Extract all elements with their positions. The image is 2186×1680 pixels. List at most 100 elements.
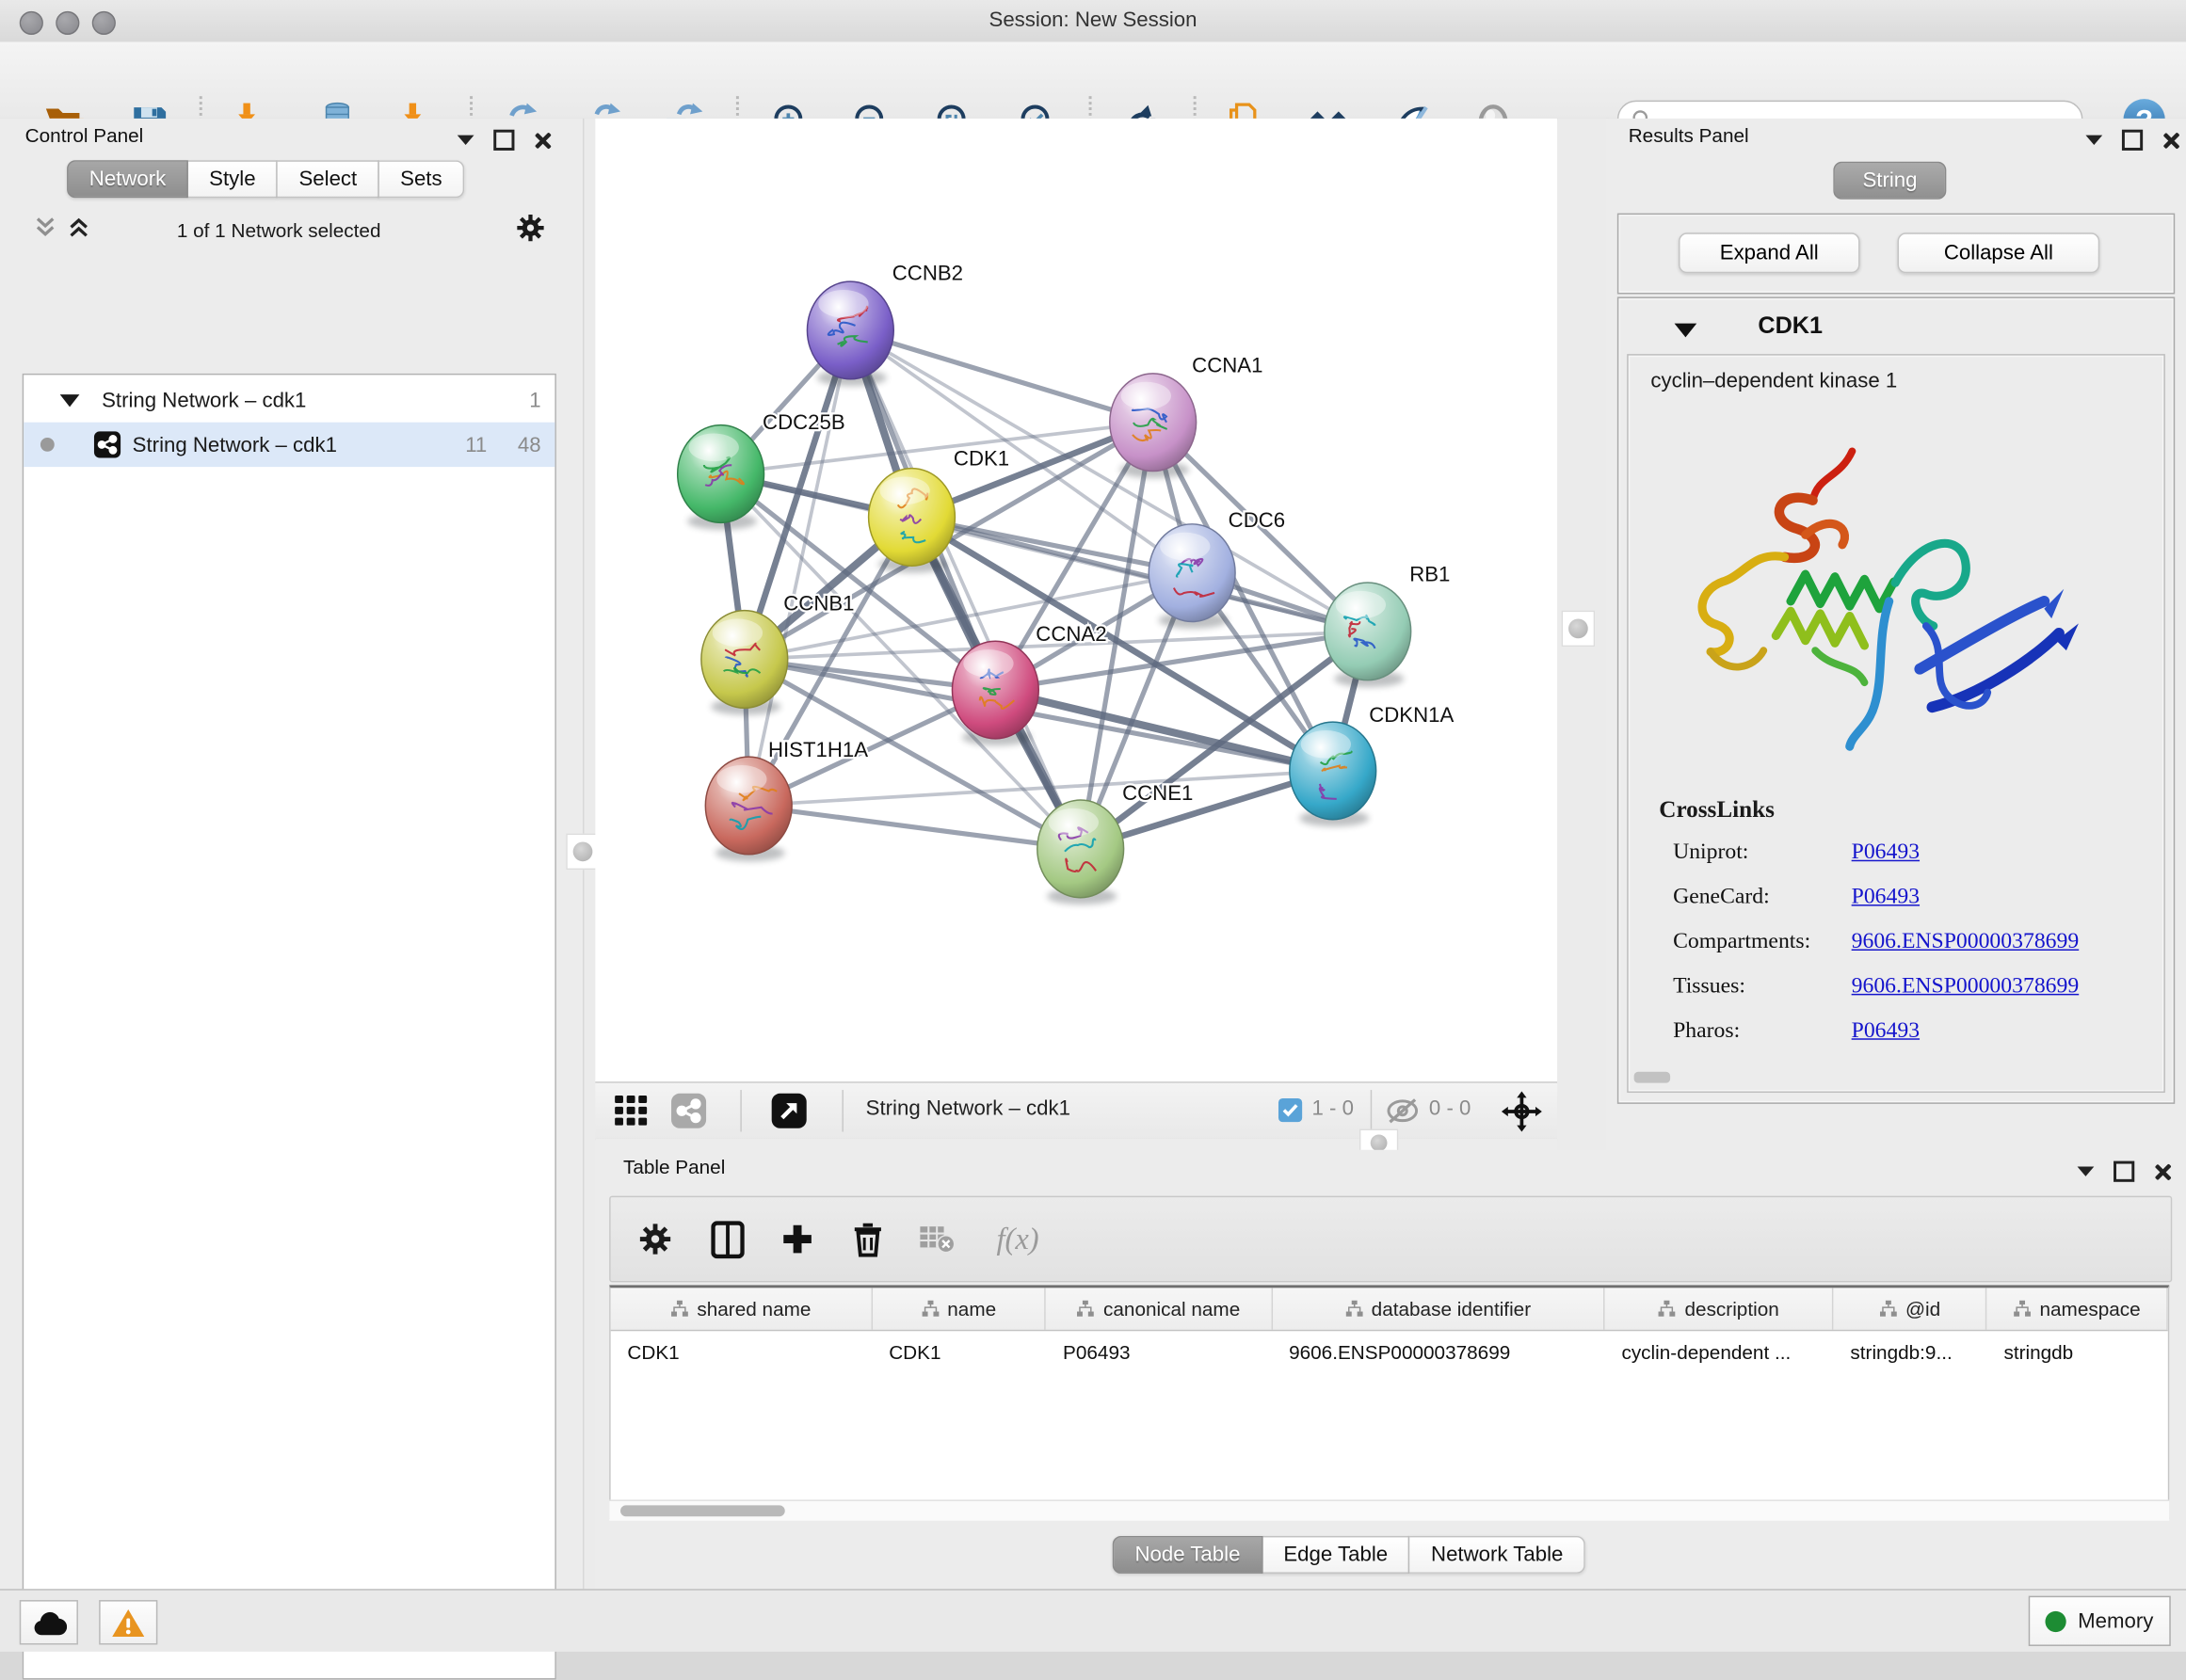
- cytoscape-window: Session: New Session: [0, 0, 2186, 1650]
- collapse-all-button[interactable]: Collapse All: [1898, 232, 2100, 273]
- horizontal-splitter[interactable]: [595, 1139, 1557, 1150]
- birdseye-grid-icon[interactable]: [615, 1096, 649, 1130]
- tab-sets[interactable]: Sets: [379, 160, 464, 198]
- show-columns-icon[interactable]: [702, 1217, 752, 1261]
- network-list: String Network – cdk1 1 String Network –…: [23, 374, 556, 1680]
- column-header-canonical-name[interactable]: canonical name: [1046, 1288, 1272, 1329]
- node-label: CCNA2: [1036, 622, 1106, 646]
- column-header-name[interactable]: name: [873, 1288, 1047, 1329]
- table-hscroll-thumb[interactable]: [620, 1505, 785, 1516]
- protein-detail-box: cyclin–dependent kinase 1: [1627, 354, 2165, 1093]
- network-node-rb1[interactable]: RB1: [1325, 563, 1451, 688]
- function-builder-button[interactable]: f(x): [979, 1217, 1057, 1261]
- table-row[interactable]: CDK1CDK1P064939606.ENSP00000378699cyclin…: [611, 1331, 2168, 1375]
- crosslink-label: Uniprot:: [1673, 840, 1852, 866]
- cloud-icon: [31, 1609, 68, 1636]
- fit-content-crosshair-icon[interactable]: [1502, 1092, 1542, 1136]
- results-hscroll-thumb[interactable]: [1634, 1072, 1671, 1083]
- network-view[interactable]: CCNB2CCNA1CDC25BCDK1CDC6RB1CCNB1CCNA2CDK…: [595, 119, 1557, 1081]
- network-node-ccne1[interactable]: CCNE1: [1037, 781, 1194, 904]
- network-canvas[interactable]: CCNB2CCNA1CDC25BCDK1CDC6RB1CCNB1CCNA2CDK…: [595, 119, 1557, 1081]
- network-edge[interactable]: [748, 806, 1080, 849]
- right-splitter-handle-icon[interactable]: [1562, 611, 1596, 648]
- network-node-cdc6[interactable]: CDC6: [1149, 508, 1285, 629]
- network-overview-share-icon[interactable]: [670, 1093, 707, 1133]
- crosslink-link[interactable]: 9606.ENSP00000378699: [1852, 930, 2080, 955]
- float-panel-icon[interactable]: [2114, 1161, 2134, 1182]
- hidden-counts: 0 - 0: [1429, 1096, 1471, 1120]
- panel-menu-icon[interactable]: [2085, 136, 2102, 145]
- network-edge[interactable]: [850, 330, 1152, 423]
- panel-menu-icon[interactable]: [458, 136, 474, 145]
- node-label: CDKN1A: [1369, 703, 1454, 727]
- panel-menu-icon[interactable]: [2078, 1167, 2095, 1176]
- section-expander-icon[interactable]: [1675, 324, 1697, 338]
- close-panel-icon[interactable]: [2162, 132, 2179, 149]
- network-name: String Network – cdk1: [133, 433, 337, 456]
- toolbar-separator: [1371, 1090, 1372, 1131]
- open-in-window-icon[interactable]: [771, 1093, 808, 1133]
- network-view-toolbar: String Network – cdk1 1 - 0 0 - 0: [595, 1081, 1557, 1140]
- add-column-icon[interactable]: [772, 1217, 822, 1261]
- warning-icon: [110, 1607, 147, 1639]
- float-panel-icon[interactable]: [2122, 130, 2143, 151]
- gear-icon[interactable]: [516, 214, 545, 248]
- column-header-namespace[interactable]: namespace: [1987, 1288, 2168, 1329]
- tab-node-table[interactable]: Node Table: [1113, 1536, 1262, 1574]
- close-panel-icon[interactable]: [2154, 1163, 2171, 1180]
- tab-string[interactable]: String: [1833, 162, 1946, 200]
- column-header-shared-name[interactable]: shared name: [611, 1288, 873, 1329]
- close-panel-icon[interactable]: [534, 132, 551, 149]
- network-node-ccna1[interactable]: CCNA1: [1110, 353, 1263, 478]
- column-header-database-identifier[interactable]: database identifier: [1272, 1288, 1605, 1329]
- table-cell: 9606.ENSP00000378699: [1272, 1331, 1604, 1375]
- network-selection-status: 1 of 1 Network selected: [0, 219, 557, 242]
- hidden-eye-icon[interactable]: [1385, 1096, 1422, 1128]
- protein-structure-image: [1659, 417, 2119, 774]
- status-bar: Memory: [0, 1589, 2186, 1652]
- table-settings-gear-icon[interactable]: [630, 1217, 680, 1261]
- results-panel-title: Results Panel: [1629, 124, 1749, 147]
- selected-checkbox-icon[interactable]: [1278, 1098, 1302, 1122]
- table-panel-title: Table Panel: [623, 1156, 725, 1178]
- table-hscrollbar[interactable]: [609, 1499, 2169, 1520]
- tab-style[interactable]: Style: [188, 160, 278, 198]
- node-label: CCNA1: [1192, 353, 1262, 376]
- crosslink-link[interactable]: P06493: [1852, 840, 1920, 866]
- collection-count: 1: [529, 388, 540, 411]
- crosslink-link[interactable]: P06493: [1852, 885, 1920, 910]
- tab-network[interactable]: Network: [67, 160, 188, 198]
- crosslink-link[interactable]: 9606.ENSP00000378699: [1852, 974, 2080, 1000]
- node-label: CDC6: [1229, 508, 1285, 532]
- cloud-button[interactable]: [20, 1600, 78, 1644]
- delete-table-icon[interactable]: [912, 1217, 962, 1261]
- network-node-ccnb2[interactable]: CCNB2: [807, 262, 963, 387]
- control-panel: Control Panel NetworkStyleSelectSets 1 o…: [0, 119, 583, 1589]
- network-node-ccnb1[interactable]: CCNB1: [701, 592, 855, 715]
- network-node-cdk1[interactable]: CDK1: [869, 447, 1010, 573]
- column-header--id[interactable]: @id: [1834, 1288, 1987, 1329]
- network-edge[interactable]: [850, 330, 1080, 849]
- float-panel-icon[interactable]: [493, 130, 514, 151]
- crosslink-row: GeneCard:P06493: [1673, 885, 1920, 910]
- delete-column-trash-icon[interactable]: [842, 1217, 892, 1261]
- memory-button[interactable]: Memory: [2029, 1596, 2171, 1646]
- window-title: Session: New Session: [0, 8, 2186, 32]
- crosslink-row: Tissues:9606.ENSP00000378699: [1673, 974, 2079, 1000]
- tab-network-table[interactable]: Network Table: [1410, 1536, 1585, 1574]
- collection-expander-icon[interactable]: [60, 393, 80, 406]
- tab-select[interactable]: Select: [278, 160, 379, 198]
- protein-name: CDK1: [1758, 312, 1823, 341]
- column-header-description[interactable]: description: [1605, 1288, 1834, 1329]
- network-row-selected[interactable]: String Network – cdk1 11 48: [24, 423, 555, 467]
- node-label: CCNB2: [892, 262, 963, 285]
- tab-edge-table[interactable]: Edge Table: [1262, 1536, 1410, 1574]
- network-edge[interactable]: [748, 330, 850, 806]
- crosslink-link[interactable]: P06493: [1852, 1019, 1920, 1045]
- node-label: RB1: [1409, 563, 1450, 586]
- table-cell: CDK1: [872, 1331, 1046, 1375]
- network-collection-row[interactable]: String Network – cdk1 1: [24, 377, 555, 422]
- warnings-button[interactable]: [99, 1600, 157, 1644]
- network-node-cdkn1a[interactable]: CDKN1A: [1290, 703, 1455, 826]
- expand-all-button[interactable]: Expand All: [1679, 232, 1860, 273]
